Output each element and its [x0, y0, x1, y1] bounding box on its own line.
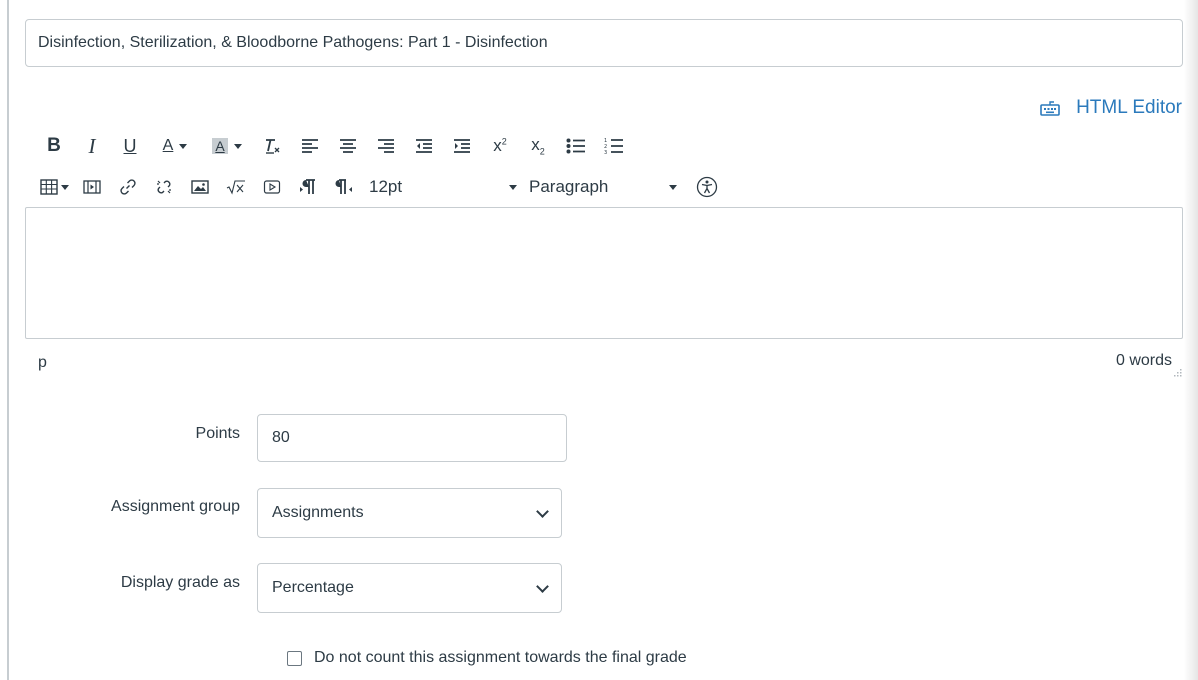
- ltr-direction-button[interactable]: [293, 173, 323, 201]
- align-center-icon: [340, 139, 356, 153]
- bullet-list-icon: [566, 138, 585, 154]
- exclude-from-final-grade-checkbox[interactable]: [287, 650, 302, 666]
- points-label: Points: [195, 425, 240, 442]
- display-grade-value: Percentage: [272, 579, 354, 596]
- italic-icon: I: [88, 133, 96, 158]
- paragraph-rtl-icon: [335, 179, 352, 194]
- align-left-button[interactable]: [293, 132, 327, 160]
- bullet-list-button[interactable]: [559, 132, 593, 160]
- page-left-border: [7, 0, 9, 680]
- underline-button[interactable]: U: [113, 132, 147, 160]
- editor-toolbar-insert: 12pt Paragraph: [37, 173, 719, 201]
- exclude-from-final-grade-label[interactable]: Do not count this assignment towards the…: [314, 649, 687, 667]
- assignment-group-value: Assignments: [272, 504, 364, 521]
- superscript-button[interactable]: x2: [483, 132, 517, 160]
- page-right-shadow: [1184, 0, 1198, 680]
- table-icon: [39, 179, 58, 195]
- chevron-down-icon: [233, 143, 242, 149]
- image-button[interactable]: [185, 173, 215, 201]
- assignment-group-select[interactable]: Assignments: [257, 488, 562, 538]
- chevron-down-icon: [509, 184, 517, 190]
- equation-button[interactable]: [221, 173, 251, 201]
- underline-icon: U: [123, 135, 137, 156]
- resize-handle-icon[interactable]: [1172, 369, 1182, 379]
- chevron-down-icon: [536, 579, 549, 593]
- accessibility-icon: [696, 176, 718, 198]
- rtl-direction-button[interactable]: [329, 173, 359, 201]
- assignment-group-label: Assignment group: [111, 498, 240, 515]
- numbered-list-icon: 123: [604, 138, 623, 155]
- points-input[interactable]: 80: [257, 414, 567, 462]
- font-size-value: 12pt: [369, 177, 403, 196]
- svg-text:3: 3: [604, 150, 607, 155]
- play-icon: [263, 180, 281, 194]
- superscript-icon: x2: [493, 136, 507, 155]
- block-format-value: Paragraph: [529, 177, 609, 196]
- outdent-icon: [416, 139, 432, 153]
- font-size-select[interactable]: 12pt: [369, 177, 517, 197]
- subscript-icon: x2: [531, 135, 545, 157]
- rich-text-editor-area[interactable]: [25, 207, 1183, 339]
- media-icon: [83, 180, 101, 194]
- html-editor-label: HTML Editor: [1076, 97, 1182, 118]
- html-editor-link[interactable]: HTML Editor: [1040, 97, 1182, 119]
- background-color-icon: A: [212, 138, 228, 154]
- paragraph-ltr-icon: [300, 179, 315, 194]
- outdent-button[interactable]: [407, 132, 441, 160]
- block-format-select[interactable]: Paragraph: [529, 177, 677, 197]
- assignment-title-input[interactable]: [25, 19, 1183, 67]
- points-value: 80: [272, 429, 290, 446]
- display-grade-select[interactable]: Percentage: [257, 563, 562, 613]
- italic-button[interactable]: I: [75, 132, 109, 160]
- chevron-down-icon: [179, 143, 188, 149]
- table-button[interactable]: [37, 173, 71, 201]
- subscript-button[interactable]: x2: [521, 132, 555, 160]
- align-left-icon: [302, 139, 318, 153]
- unlink-icon: [157, 180, 171, 194]
- exclude-from-final-grade-row: Do not count this assignment towards the…: [287, 649, 687, 667]
- media-button[interactable]: [77, 173, 107, 201]
- background-color-button[interactable]: A: [203, 132, 251, 160]
- clear-formatting-button[interactable]: [255, 132, 289, 160]
- keyboard-icon: [1040, 100, 1060, 116]
- accessibility-checker-button[interactable]: [695, 175, 719, 199]
- display-grade-label: Display grade as: [120, 574, 240, 591]
- chevron-down-icon: [669, 184, 677, 190]
- link-icon: [120, 179, 136, 195]
- chevron-down-icon: [60, 184, 69, 190]
- element-path: p: [38, 354, 47, 371]
- indent-icon: [454, 139, 470, 153]
- embed-media-button[interactable]: [257, 173, 287, 201]
- numbered-list-button[interactable]: 123: [597, 132, 631, 160]
- bold-button[interactable]: B: [37, 132, 71, 160]
- link-button[interactable]: [113, 173, 143, 201]
- align-right-icon: [378, 139, 394, 153]
- align-center-button[interactable]: [331, 132, 365, 160]
- font-color-icon: A: [162, 137, 174, 154]
- word-count: 0 words: [1115, 352, 1172, 369]
- editor-toolbar-formatting: B I U A A x2 x2 123: [37, 132, 635, 160]
- chevron-down-icon: [536, 504, 549, 518]
- font-color-button[interactable]: A: [151, 132, 199, 160]
- align-right-button[interactable]: [369, 132, 403, 160]
- clear-formatting-icon: [266, 139, 280, 154]
- bold-icon: B: [47, 135, 61, 156]
- image-icon: [191, 180, 209, 194]
- square-root-icon: [226, 180, 245, 195]
- unlink-button[interactable]: [149, 173, 179, 201]
- indent-button[interactable]: [445, 132, 479, 160]
